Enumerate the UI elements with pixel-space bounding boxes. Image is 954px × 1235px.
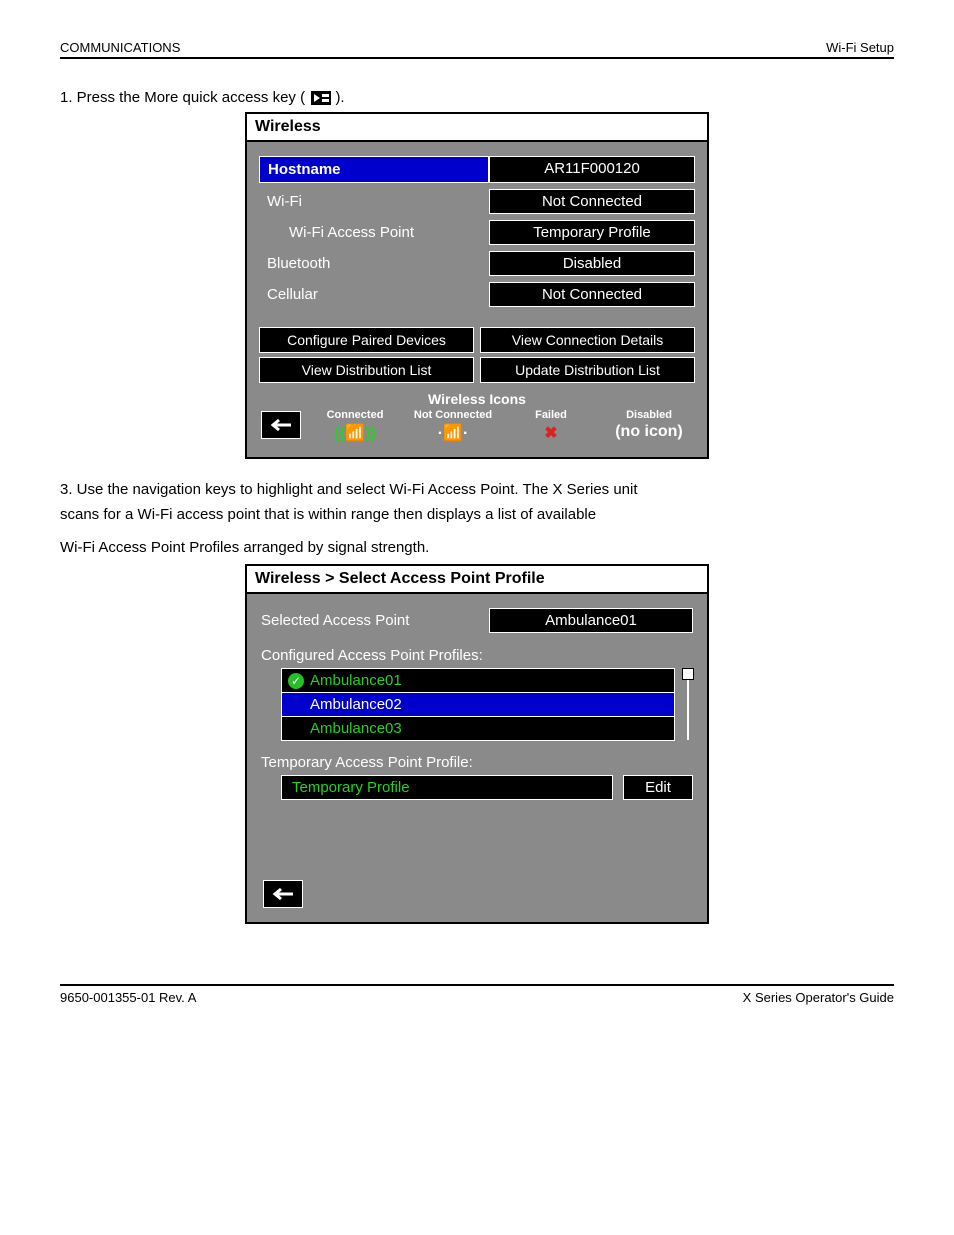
notconnected-label: Not Connected	[414, 409, 492, 421]
back-button-ap[interactable]	[263, 880, 303, 908]
check-icon: ✓	[288, 673, 304, 689]
disabled-label: Disabled	[626, 409, 672, 421]
ap-profile-list: ✓ Ambulance01 Ambulance02 Ambulance03	[281, 668, 675, 740]
note-c: Wi-Fi Access Point Profiles arranged by …	[60, 539, 894, 556]
ap-item-2-label: Ambulance03	[310, 720, 402, 737]
hostname-value: AR11F000120	[489, 156, 695, 183]
ap-item-1-label: Ambulance02	[310, 696, 402, 713]
step1-prefix: 1. Press the More quick access key (	[60, 89, 305, 106]
ap-panel-title: Wireless > Select Access Point Profile	[247, 566, 707, 594]
header-right: Wi-Fi Setup	[826, 40, 894, 55]
wifi-ap-value: Temporary Profile	[489, 220, 695, 245]
back-arrow-icon	[269, 418, 293, 432]
edit-button[interactable]: Edit	[623, 775, 693, 800]
bluetooth-value: Disabled	[489, 251, 695, 276]
header-left: COMMUNICATIONS	[60, 40, 180, 55]
footer-right: X Series Operator's Guide	[743, 990, 894, 1005]
connected-label: Connected	[327, 409, 384, 421]
wifi-notconnected-icon: ·📶·	[409, 423, 497, 441]
bluetooth-label[interactable]: Bluetooth	[259, 251, 489, 276]
failed-label: Failed	[535, 409, 567, 421]
ap-panel: Wireless > Select Access Point Profile S…	[245, 564, 709, 924]
configure-paired-devices-button[interactable]: Configure Paired Devices	[259, 327, 474, 353]
back-button[interactable]	[261, 411, 301, 439]
view-connection-details-button[interactable]: View Connection Details	[480, 327, 695, 353]
cellular-label[interactable]: Cellular	[259, 282, 489, 307]
scroll-thumb[interactable]	[682, 668, 694, 680]
update-distribution-list-button[interactable]: Update Distribution List	[480, 357, 695, 383]
view-distribution-list-button[interactable]: View Distribution List	[259, 357, 474, 383]
wifi-connected-icon: ((📶))	[311, 423, 399, 441]
wifi-label[interactable]: Wi-Fi	[259, 189, 489, 214]
wifi-value: Not Connected	[489, 189, 695, 214]
footer-left: 9650-001355-01 Rev. A	[60, 990, 196, 1005]
ap-item-0[interactable]: ✓ Ambulance01	[281, 668, 675, 693]
ap-item-0-label: Ambulance01	[310, 672, 402, 689]
wireless-panel-title: Wireless	[247, 114, 707, 142]
back-arrow-icon	[271, 887, 295, 901]
rule-top	[60, 57, 894, 59]
wifi-ap-label[interactable]: Wi-Fi Access Point	[259, 220, 489, 245]
rule-bottom	[60, 984, 894, 986]
ap-item-2[interactable]: Ambulance03	[281, 716, 675, 741]
note-a: 3. Use the navigation keys to highlight …	[60, 481, 894, 498]
ap-item-1[interactable]: Ambulance02	[281, 692, 675, 717]
configured-profiles-label: Configured Access Point Profiles:	[261, 647, 693, 664]
scrollbar[interactable]	[683, 668, 693, 740]
wifi-failed-icon: ✖	[507, 423, 595, 441]
step1-suffix: ).	[335, 89, 344, 106]
selected-ap-value: Ambulance01	[489, 608, 693, 633]
disabled-sub: (no icon)	[605, 423, 693, 441]
selected-ap-label: Selected Access Point	[261, 612, 471, 629]
step1-text: 1. Press the More quick access key ( ).	[60, 89, 894, 106]
temp-profile-label: Temporary Access Point Profile:	[261, 754, 693, 771]
wireless-panel: Wireless Hostname AR11F000120 Wi-Fi Not …	[245, 112, 709, 459]
hostname-label[interactable]: Hostname	[259, 156, 489, 183]
temp-profile-value[interactable]: Temporary Profile	[281, 775, 613, 800]
cellular-value: Not Connected	[489, 282, 695, 307]
more-quickaccess-icon	[311, 91, 331, 105]
wireless-icons-title: Wireless Icons	[259, 391, 695, 407]
note-b: scans for a Wi-Fi access point that is w…	[60, 506, 894, 523]
